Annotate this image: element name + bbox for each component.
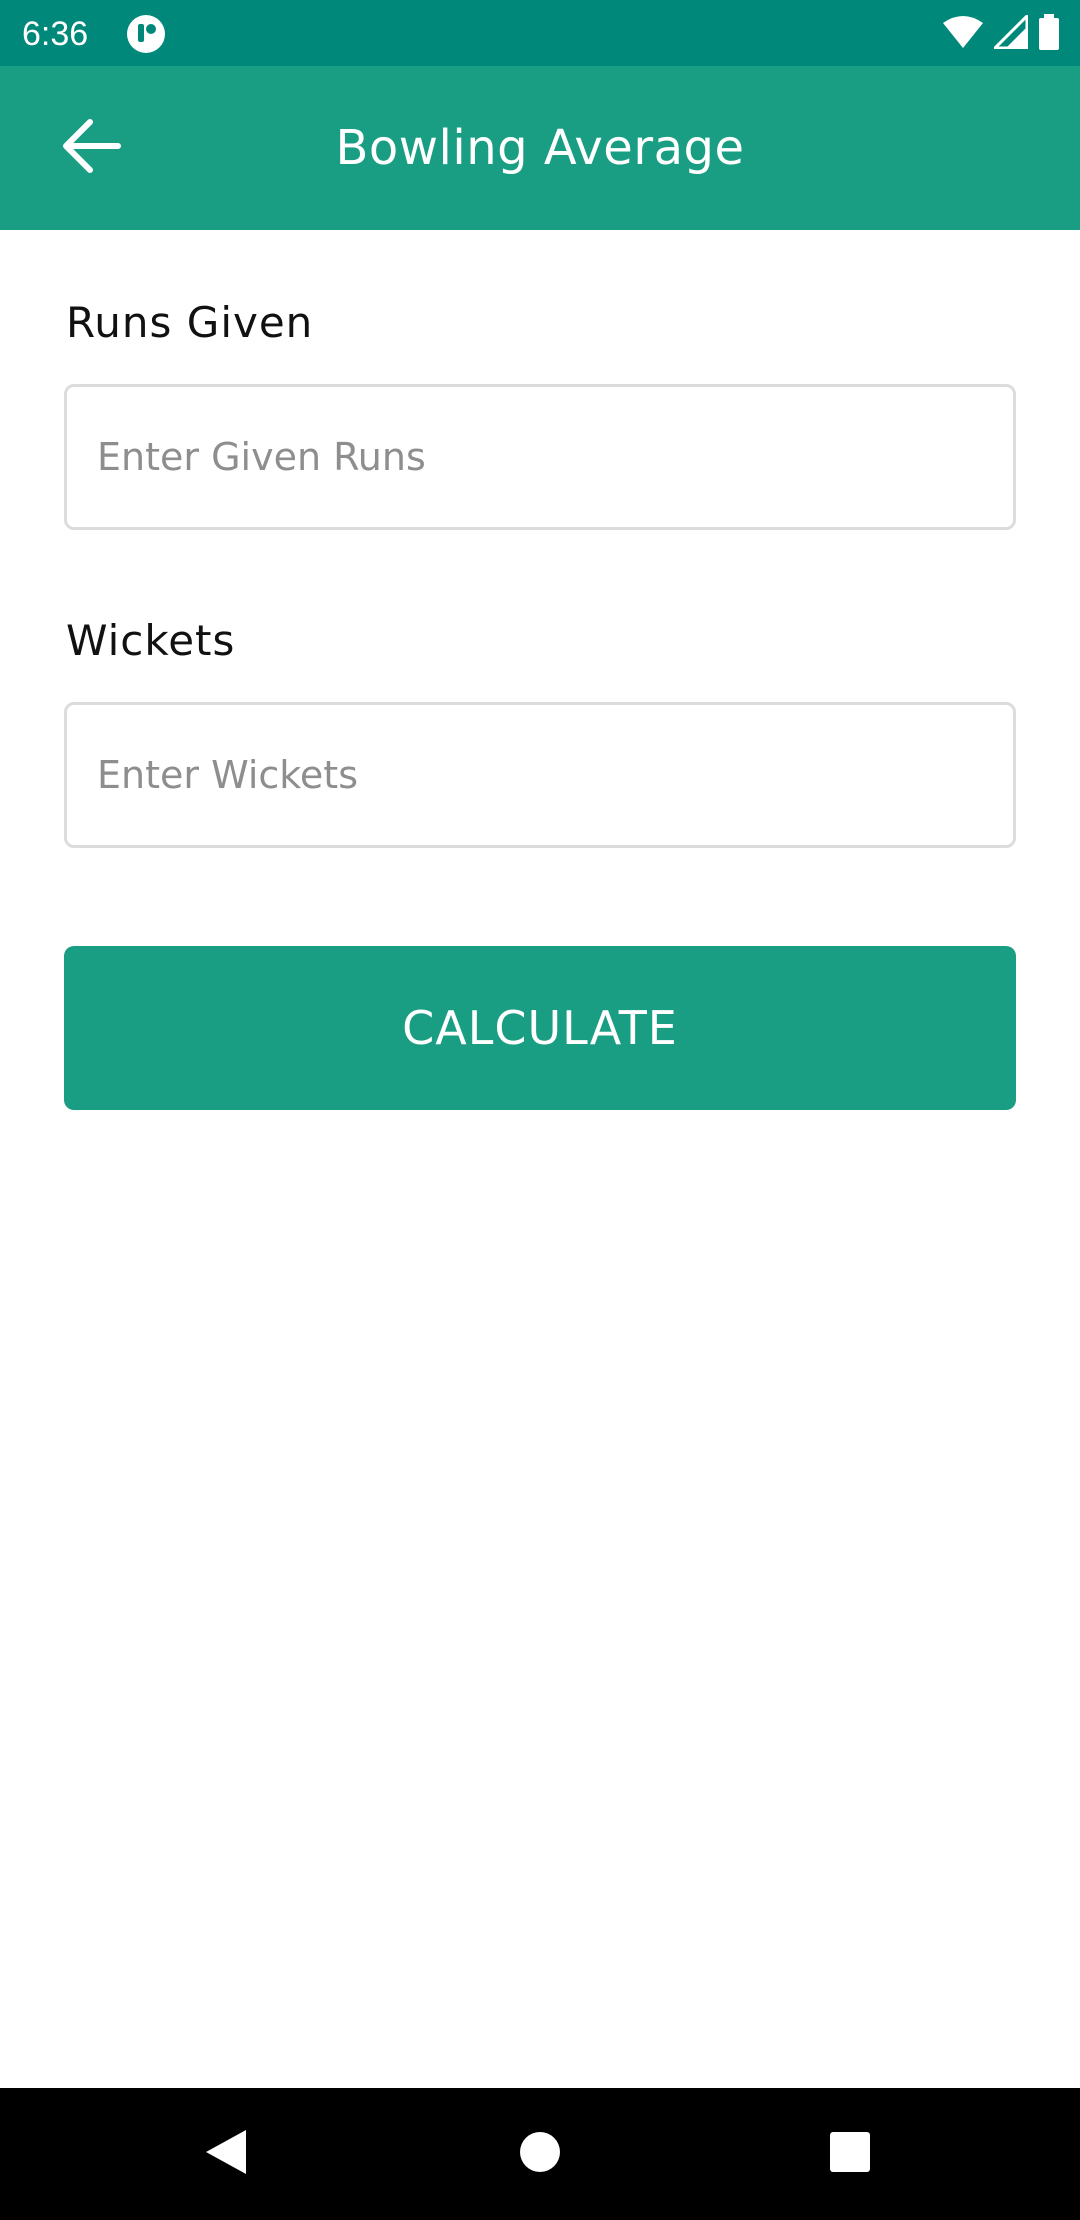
status-time: 6:36: [22, 15, 89, 53]
back-button[interactable]: [44, 100, 140, 196]
runs-given-input[interactable]: [64, 384, 1016, 530]
system-nav-bar: [0, 2088, 1080, 2220]
wifi-icon: [942, 15, 984, 53]
wickets-input[interactable]: [64, 702, 1016, 848]
status-bar: 6:36: [0, 0, 1080, 66]
nav-home-button[interactable]: [500, 2114, 580, 2194]
app-notification-icon: [126, 14, 166, 54]
wickets-label: Wickets: [66, 616, 236, 665]
back-triangle-icon: [204, 2128, 248, 2180]
battery-icon: [1038, 14, 1060, 54]
home-circle-icon: [519, 2131, 561, 2177]
nav-recents-button[interactable]: [810, 2114, 890, 2194]
arrow-left-icon: [62, 118, 122, 178]
nav-back-button[interactable]: [186, 2114, 266, 2194]
cell-signal-icon: [991, 12, 1029, 53]
recents-square-icon: [829, 2131, 871, 2177]
app-bar: Bowling Average: [0, 66, 1080, 230]
page-title: Bowling Average: [335, 120, 745, 176]
status-icons: [942, 12, 1060, 54]
calculate-button[interactable]: CALCULATE: [64, 946, 1016, 1110]
runs-given-label: Runs Given: [66, 298, 314, 347]
